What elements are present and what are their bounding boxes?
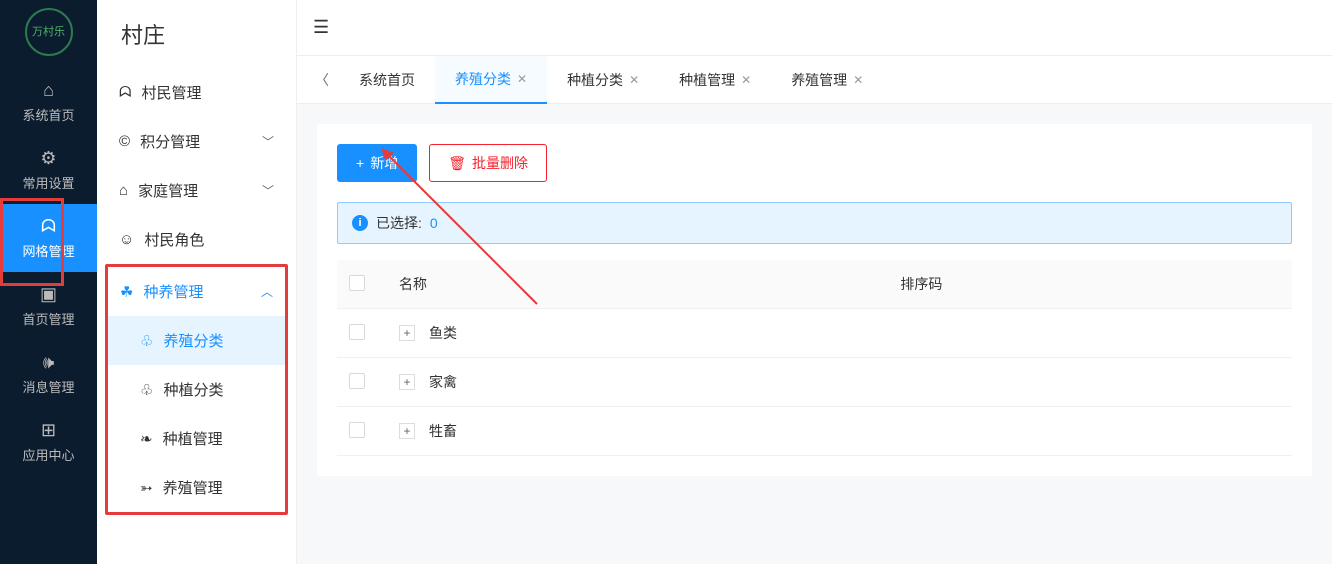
topbar: ☰: [297, 0, 1332, 56]
leaf-icon: ☘: [120, 283, 133, 301]
submenu-label: 种植管理: [163, 428, 223, 449]
submenu-planting-manage[interactable]: ❧ 种植管理: [108, 414, 285, 463]
tree-icon: ♧: [140, 381, 153, 399]
menu-item-farming[interactable]: ☘ 种养管理 ︿: [108, 267, 285, 316]
column-header-name: 名称: [387, 260, 888, 309]
tab-planting-manage[interactable]: 种植管理 ✕: [659, 56, 771, 104]
tab-breeding-category[interactable]: 养殖分类 ✕: [435, 56, 547, 104]
cow-icon: ➳: [140, 479, 153, 497]
table-row: + 鱼类: [337, 309, 1292, 358]
logo: 万村乐: [25, 8, 73, 56]
menu-label: 村民角色: [144, 229, 204, 250]
selection-count: 0: [430, 215, 438, 231]
home-icon: ⌂: [43, 80, 54, 101]
sprout-icon: ❧: [140, 430, 153, 448]
tab-label: 系统首页: [359, 70, 415, 90]
main-area: ☰ 〈 系统首页 养殖分类 ✕ 种植分类 ✕ 种植管理 ✕ 养殖管理 ✕: [297, 0, 1332, 564]
menu-label: 积分管理: [140, 131, 200, 152]
menu-item-villager[interactable]: ᗣ 村民管理: [107, 68, 286, 117]
nav-label: 消息管理: [22, 377, 74, 396]
tab-label: 种植分类: [567, 70, 623, 90]
submenu-breeding-category[interactable]: ♧ 养殖分类: [108, 316, 285, 365]
close-icon[interactable]: ✕: [741, 73, 751, 87]
select-all-checkbox[interactable]: [349, 275, 365, 291]
content-panel: + 新增 🗑 批量删除 i 已选择: 0: [317, 124, 1312, 476]
speaker-icon: 🕪: [43, 352, 54, 373]
chevron-down-icon: ﹀: [262, 133, 274, 150]
nav-item-homepage[interactable]: ▣ 首页管理: [0, 272, 97, 340]
tab-label: 种植管理: [679, 70, 735, 90]
sidebar-title: 村庄: [97, 0, 296, 68]
expand-icon[interactable]: +: [399, 423, 415, 439]
menu-label: 家庭管理: [138, 180, 198, 201]
submenu-label: 养殖管理: [163, 477, 223, 498]
tab-label: 养殖分类: [455, 69, 511, 89]
user-icon: ᗣ: [41, 216, 56, 237]
button-label: 新增: [370, 153, 398, 173]
row-checkbox[interactable]: [349, 422, 365, 438]
alert-text: 已选择:: [376, 213, 422, 233]
close-icon[interactable]: ✕: [517, 72, 527, 86]
tab-bar: 〈 系统首页 养殖分类 ✕ 种植分类 ✕ 种植管理 ✕ 养殖管理 ✕: [297, 56, 1332, 104]
primary-nav: 万村乐 ⌂ 系统首页 ⚙ 常用设置 ᗣ 网格管理 ▣ 首页管理 🕪 消息管理 ⊞…: [0, 0, 97, 564]
nav-label: 常用设置: [22, 173, 74, 192]
menu-item-family[interactable]: ⌂ 家庭管理 ﹀: [107, 166, 286, 215]
menu-item-role[interactable]: ☺ 村民角色: [107, 215, 286, 264]
nav-item-apps[interactable]: ⊞ 应用中心: [0, 408, 97, 476]
nav-label: 应用中心: [22, 445, 74, 464]
submenu-label: 养殖分类: [163, 330, 223, 351]
menu-label: 种养管理: [143, 281, 203, 302]
menu-item-points[interactable]: © 积分管理 ﹀: [107, 117, 286, 166]
data-table: 名称 排序码 + 鱼类 + 家禽: [337, 260, 1292, 456]
gear-icon: ⚙: [40, 148, 56, 169]
layout-icon: ▣: [40, 284, 57, 305]
nav-label: 系统首页: [22, 105, 74, 124]
expand-icon[interactable]: +: [399, 325, 415, 341]
close-icon[interactable]: ✕: [629, 73, 639, 87]
chevron-down-icon: ﹀: [262, 182, 274, 199]
table-row: + 牲畜: [337, 407, 1292, 456]
collapse-sidebar-button[interactable]: ☰: [313, 17, 329, 38]
tree-icon: ♧: [140, 332, 153, 350]
coin-icon: ©: [119, 133, 130, 150]
expand-icon[interactable]: +: [399, 374, 415, 390]
nav-item-home[interactable]: ⌂ 系统首页: [0, 68, 97, 136]
tab-prev-button[interactable]: 〈: [305, 70, 339, 90]
person-icon: ᗣ: [119, 84, 131, 101]
button-label: 批量删除: [472, 153, 528, 173]
secondary-sidebar: 村庄 ᗣ 村民管理 © 积分管理 ﹀ ⌂ 家庭管理 ﹀ ☺ 村民角色: [97, 0, 297, 564]
nav-item-grid[interactable]: ᗣ 网格管理: [0, 204, 97, 272]
info-icon: i: [352, 215, 368, 231]
nav-label: 首页管理: [22, 309, 74, 328]
tab-home[interactable]: 系统首页: [339, 56, 435, 104]
chevron-up-icon: ︿: [261, 283, 273, 300]
bulk-delete-button[interactable]: 🗑 批量删除: [429, 144, 547, 182]
submenu-breeding-manage[interactable]: ➳ 养殖管理: [108, 463, 285, 512]
nav-item-settings[interactable]: ⚙ 常用设置: [0, 136, 97, 204]
tab-label: 养殖管理: [791, 70, 847, 90]
menu-label: 村民管理: [141, 82, 201, 103]
nav-label: 网格管理: [22, 241, 74, 260]
plus-icon: +: [356, 155, 364, 171]
add-button[interactable]: + 新增: [337, 144, 417, 182]
cell-name: 鱼类: [429, 323, 457, 343]
tab-planting-category[interactable]: 种植分类 ✕: [547, 56, 659, 104]
smile-icon: ☺: [119, 231, 134, 248]
close-icon[interactable]: ✕: [853, 73, 863, 87]
submenu-label: 种植分类: [163, 379, 223, 400]
row-checkbox[interactable]: [349, 373, 365, 389]
toolbar: + 新增 🗑 批量删除: [337, 144, 1292, 182]
home-icon: ⌂: [119, 182, 128, 199]
tab-breeding-manage[interactable]: 养殖管理 ✕: [771, 56, 883, 104]
row-checkbox[interactable]: [349, 324, 365, 340]
cell-name: 牲畜: [429, 421, 457, 441]
nav-item-message[interactable]: 🕪 消息管理: [0, 340, 97, 408]
selection-alert: i 已选择: 0: [337, 202, 1292, 244]
cell-name: 家禽: [429, 372, 457, 392]
apps-icon: ⊞: [41, 420, 56, 441]
column-header-sort: 排序码: [888, 260, 1292, 309]
submenu-planting-category[interactable]: ♧ 种植分类: [108, 365, 285, 414]
table-row: + 家禽: [337, 358, 1292, 407]
trash-icon: 🗑: [448, 155, 466, 172]
